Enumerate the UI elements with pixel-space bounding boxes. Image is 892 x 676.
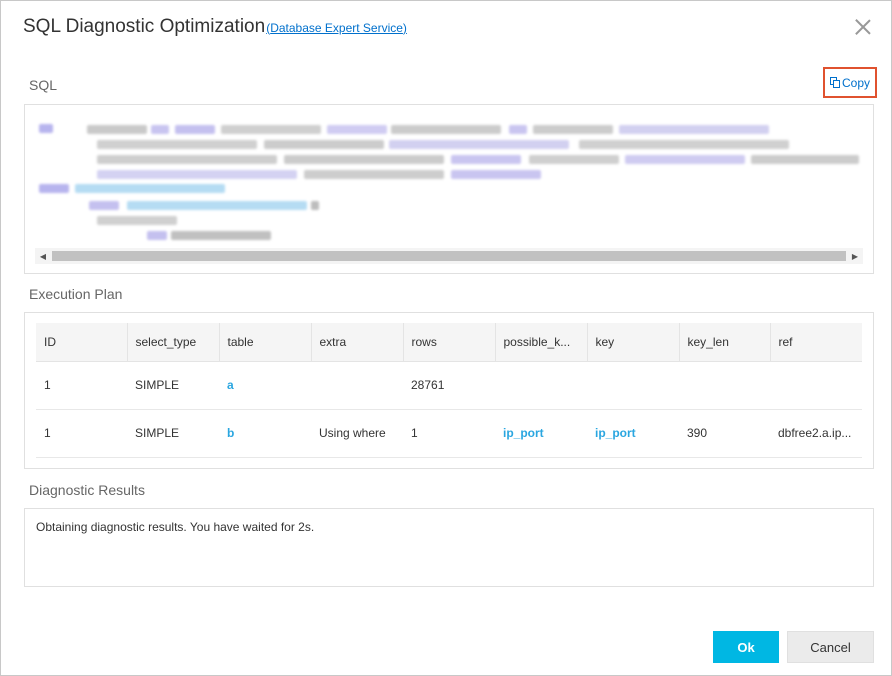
cancel-button[interactable]: Cancel [787,631,874,663]
scroll-right-arrow-icon[interactable]: ▶ [847,248,863,264]
table-row: 1 SIMPLE b Using where 1 ip_port ip_port… [36,409,862,458]
execution-plan-label: Execution Plan [29,286,123,302]
table-header-row: ID select_type table extra rows possible… [36,323,862,362]
copy-label: Copy [841,75,870,90]
table-cell [587,361,679,410]
table-cell: Using where [311,409,403,458]
table-cell [311,361,403,410]
sql-diagnostic-dialog: SQL Diagnostic Optimization (Database Ex… [0,0,892,676]
close-icon[interactable] [853,17,873,37]
diagnostic-results-box: Obtaining diagnostic results. You have w… [24,508,874,587]
table-cell: 1 [36,409,127,458]
dialog-header: SQL Diagnostic Optimization (Database Ex… [23,16,407,44]
possible-key-link[interactable]: ip_port [495,409,587,458]
copy-button[interactable]: Copy [823,67,877,98]
table-link-a[interactable]: a [219,361,311,410]
table-cell: 1 [36,361,127,410]
key-link[interactable]: ip_port [587,409,679,458]
column-header: key_len [679,323,771,362]
database-expert-service-link[interactable]: (Database Expert Service) [266,21,407,35]
sql-section-label: SQL [29,77,58,93]
table-cell [679,361,770,410]
column-header: select_type [127,323,220,362]
table-cell [495,361,587,410]
link-text: Database Expert Service [270,21,403,35]
scroll-left-arrow-icon[interactable]: ◀ [35,248,51,264]
sql-text-box[interactable]: ◀ ▶ [24,104,874,274]
diagnostic-results-label: Diagnostic Results [29,482,145,498]
table-cell [770,361,862,410]
execution-plan-box: ID select_type table extra rows possible… [24,312,874,469]
link-close-paren: ) [402,21,407,35]
table-cell: 390 [679,409,770,458]
table-cell: 28761 [403,361,495,410]
table-link-b[interactable]: b [219,409,311,458]
diagnostic-status-text: Obtaining diagnostic results. You have w… [36,520,315,534]
column-header: key [587,323,680,362]
column-header: ref [770,323,862,362]
table-cell: dbfree2.a.ip... [770,409,862,458]
table-cell: SIMPLE [127,361,219,410]
column-header: extra [311,323,404,362]
scrollbar-thumb[interactable] [52,251,846,261]
column-header: ID [36,323,128,362]
table-row: 1 SIMPLE a 28761 [36,361,862,410]
column-header: possible_k... [495,323,588,362]
table-cell: SIMPLE [127,409,219,458]
blurred-sql-content [39,119,859,244]
horizontal-scrollbar[interactable]: ◀ ▶ [35,248,863,264]
ok-button[interactable]: Ok [713,631,779,663]
execution-plan-table: ID select_type table extra rows possible… [36,323,862,458]
table-cell: 1 [403,409,495,458]
copy-icon [829,77,841,88]
column-header: rows [403,323,496,362]
dialog-title: SQL Diagnostic Optimization [23,16,266,37]
column-header: table [219,323,312,362]
